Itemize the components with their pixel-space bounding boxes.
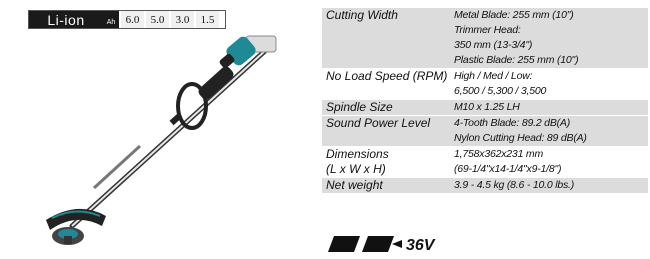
badge-text: 36V (406, 237, 436, 254)
spec-value: 1,758x362x231 mm (69-1/4"x14-1/4"x9-1/8"… (450, 146, 648, 178)
capacity-3-0: 3.0 (171, 11, 194, 28)
spec-row-spindle-size: Spindle Size M10 x 1.25 LH (322, 99, 648, 116)
ah-unit-label: Ah (103, 11, 119, 28)
36v-badge: 36V (326, 234, 440, 254)
spec-label: Spindle Size (322, 99, 450, 116)
spec-value: High / Med / Low: 6,500 / 5,300 / 3,500 (450, 68, 648, 100)
spec-row-cutting-width: Cutting Width Metal Blade: 255 mm (10") … (322, 8, 648, 69)
spec-label: Dimensions (L x W x H) (322, 146, 450, 178)
spec-table: Cutting Width Metal Blade: 255 mm (10") … (322, 8, 648, 194)
spec-label: No Load Speed (RPM) (322, 68, 450, 100)
spec-label: Net weight (322, 177, 450, 194)
capacity-5-0: 5.0 (146, 11, 169, 28)
spec-value: M10 x 1.25 LH (450, 99, 648, 116)
battery-capacity-bar: Li-ion Ah 6.0 5.0 3.0 1.5 (28, 10, 226, 29)
spec-value: 3.9 - 4.5 kg (8.6 - 10.0 lbs.) (450, 177, 648, 194)
capacity-6-0: 6.0 (121, 11, 144, 28)
spec-label: Cutting Width (322, 8, 450, 69)
spec-value: 4-Tooth Blade: 89.2 dB(A) Nylon Cutting … (450, 115, 648, 147)
spec-row-no-load-speed: No Load Speed (RPM) High / Med / Low: 6,… (322, 68, 648, 100)
spec-label: Sound Power Level (322, 115, 450, 147)
li-ion-label: Li-ion (29, 11, 103, 28)
trimmer-illustration (46, 35, 277, 245)
capacity-1-5: 1.5 (196, 11, 219, 28)
spec-row-sound-power: Sound Power Level 4-Tooth Blade: 89.2 dB… (322, 115, 648, 147)
spec-row-net-weight: Net weight 3.9 - 4.5 kg (8.6 - 10.0 lbs.… (322, 177, 648, 194)
spec-row-dimensions: Dimensions (L x W x H) 1,758x362x231 mm … (322, 146, 648, 178)
string-trimmer-image (20, 30, 290, 254)
spec-value: Metal Blade: 255 mm (10") Trimmer Head: … (450, 8, 648, 69)
